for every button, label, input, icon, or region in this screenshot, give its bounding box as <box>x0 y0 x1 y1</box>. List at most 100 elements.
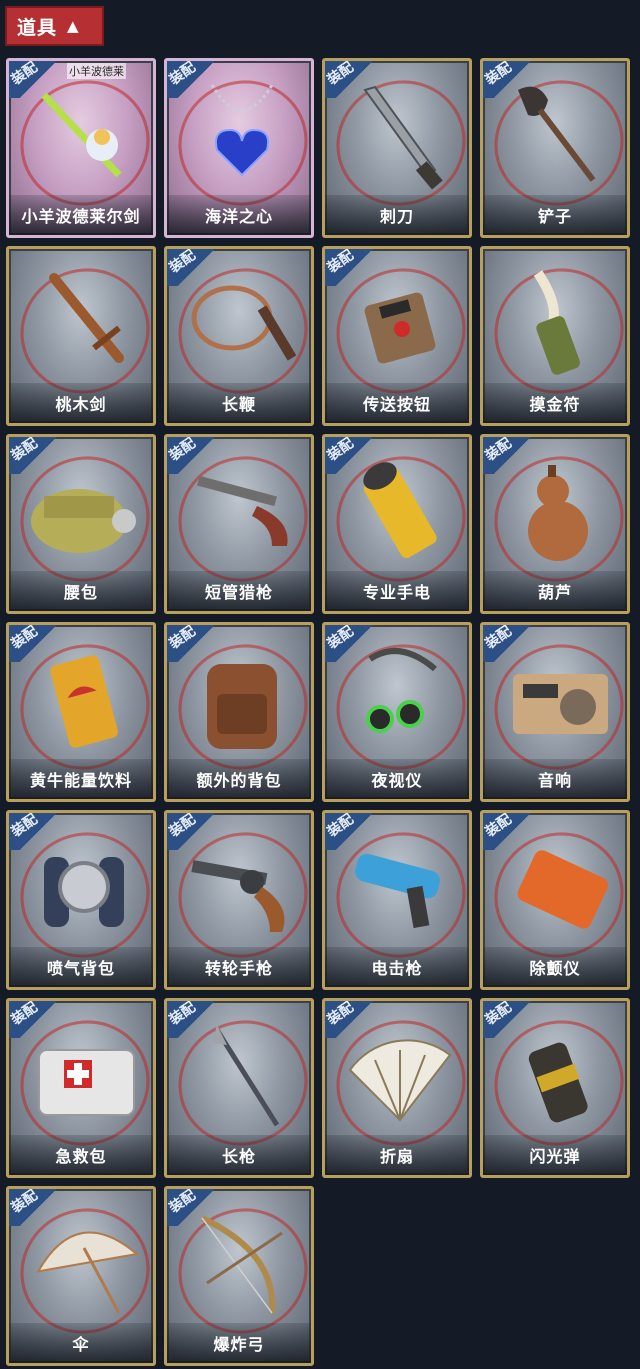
equipped-badge-label: 装配 <box>8 59 41 89</box>
item-card[interactable]: 装配 额外的背包 <box>164 622 314 802</box>
equipped-badge-label: 装配 <box>166 435 199 465</box>
item-card[interactable]: 装配 短管猎枪 <box>164 434 314 614</box>
equipped-badge-label: 装配 <box>324 999 357 1029</box>
equipped-badge: 装配 <box>482 59 538 98</box>
chevron-up-icon: ▲ <box>67 17 80 35</box>
item-card[interactable]: 装配 刺刀 <box>322 58 472 238</box>
item-name: 长枪 <box>167 1135 311 1175</box>
item-card[interactable]: 装配 海洋之心 <box>164 58 314 238</box>
item-name: 短管猎枪 <box>167 571 311 611</box>
equipped-badge: 装配 <box>324 999 380 1038</box>
item-name: 闪光弹 <box>483 1135 627 1175</box>
item-card[interactable]: 装配 夜视仪 <box>322 622 472 802</box>
item-name: 折扇 <box>325 1135 469 1175</box>
equipped-badge: 装配 <box>324 811 380 850</box>
wooden-sword-icon <box>24 263 144 381</box>
item-name: 爆炸弓 <box>167 1323 311 1363</box>
equipped-badge: 装配 <box>166 999 222 1038</box>
equipped-badge: 装配 <box>8 1187 64 1226</box>
item-name: 电击枪 <box>325 947 469 987</box>
item-name: 刺刀 <box>325 195 469 235</box>
item-card[interactable]: 装配 腰包 <box>6 434 156 614</box>
equipped-badge-label: 装配 <box>8 623 41 653</box>
item-card[interactable]: 装配 喷气背包 <box>6 810 156 990</box>
item-card[interactable]: 装配伞 <box>6 1186 156 1366</box>
item-name: 专业手电 <box>325 571 469 611</box>
equipped-badge-label: 装配 <box>482 811 515 841</box>
equipped-badge-label: 装配 <box>482 59 515 89</box>
item-name: 夜视仪 <box>325 759 469 799</box>
equipped-badge-label: 装配 <box>482 623 515 653</box>
equipped-badge-label: 装配 <box>8 435 41 465</box>
item-name: 海洋之心 <box>167 195 311 235</box>
equipped-badge: 装配 <box>482 811 538 850</box>
item-name: 长鞭 <box>167 383 311 423</box>
equipped-badge-label: 装配 <box>8 811 41 841</box>
item-name: 伞 <box>9 1323 153 1363</box>
item-card[interactable]: 装配 电击枪 <box>322 810 472 990</box>
item-card[interactable]: 装配 长鞭 <box>164 246 314 426</box>
equipped-badge-label: 装配 <box>166 623 199 653</box>
item-name: 除颤仪 <box>483 947 627 987</box>
equipped-badge: 装配 <box>324 623 380 662</box>
equipped-badge: 装配 <box>482 623 538 662</box>
equipped-badge: 装配 <box>8 435 64 474</box>
equipped-badge-label: 装配 <box>166 59 199 89</box>
equipped-badge-label: 装配 <box>482 435 515 465</box>
equipped-badge: 装配 <box>324 435 380 474</box>
equipped-badge-label: 装配 <box>8 1187 41 1217</box>
equipped-badge-label: 装配 <box>482 999 515 1029</box>
item-name: 腰包 <box>9 571 153 611</box>
item-card[interactable]: 桃木剑 <box>6 246 156 426</box>
equipped-badge-label: 装配 <box>166 1187 199 1217</box>
equipped-badge: 装配 <box>166 623 222 662</box>
equipped-badge: 装配 <box>166 247 222 286</box>
item-card[interactable]: 装配 传送按钮 <box>322 246 472 426</box>
equipped-badge-label: 装配 <box>324 623 357 653</box>
equipped-badge-label: 装配 <box>324 247 357 277</box>
item-card[interactable]: 装配 专业手电 <box>322 434 472 614</box>
equipped-badge: 装配 <box>482 999 538 1038</box>
item-card[interactable]: 装配 闪光弹 <box>480 998 630 1178</box>
equipped-badge-label: 装配 <box>166 999 199 1029</box>
item-name: 喷气背包 <box>9 947 153 987</box>
item-card[interactable]: 装配 黄牛能量饮料 <box>6 622 156 802</box>
items-category-toggle[interactable]: 道具 ▲ <box>5 6 104 46</box>
item-name: 桃木剑 <box>9 383 153 423</box>
item-card[interactable]: 装配 折扇 <box>322 998 472 1178</box>
equipped-badge-label: 装配 <box>324 435 357 465</box>
item-card[interactable]: 装配 长枪 <box>164 998 314 1178</box>
equipped-badge: 装配 <box>166 1187 222 1226</box>
talisman-icon <box>498 263 618 381</box>
item-card[interactable]: 小羊波德莱 装配 小羊波德莱尔剑 <box>6 58 156 238</box>
item-name: 摸金符 <box>483 383 627 423</box>
equipped-badge: 装配 <box>482 435 538 474</box>
equipped-badge: 装配 <box>8 999 64 1038</box>
equipped-badge: 装配 <box>166 59 222 98</box>
equipped-badge-label: 装配 <box>324 59 357 89</box>
equipped-badge-label: 装配 <box>324 811 357 841</box>
item-card[interactable]: 装配 铲子 <box>480 58 630 238</box>
item-card[interactable]: 摸金符 <box>480 246 630 426</box>
equipped-badge-label: 装配 <box>8 999 41 1029</box>
category-title: 道具 <box>17 16 58 39</box>
equipped-badge: 装配 <box>324 59 380 98</box>
item-card[interactable]: 装配 爆炸弓 <box>164 1186 314 1366</box>
item-name: 铲子 <box>483 195 627 235</box>
item-card[interactable]: 装配 转轮手枪 <box>164 810 314 990</box>
item-name: 转轮手枪 <box>167 947 311 987</box>
equipped-badge: 装配 <box>324 247 380 286</box>
equipped-badge: 装配 <box>8 811 64 850</box>
item-name: 音响 <box>483 759 627 799</box>
item-card[interactable]: 装配 除颤仪 <box>480 810 630 990</box>
equipped-badge-label: 装配 <box>166 247 199 277</box>
item-card[interactable]: 装配 音响 <box>480 622 630 802</box>
equipped-badge: 装配 <box>8 59 64 98</box>
item-card[interactable]: 装配 葫芦 <box>480 434 630 614</box>
item-name: 额外的背包 <box>167 759 311 799</box>
owner-tag: 小羊波德莱 <box>67 63 126 79</box>
equipped-badge: 装配 <box>8 623 64 662</box>
item-name: 黄牛能量饮料 <box>9 759 153 799</box>
item-card[interactable]: 装配 急救包 <box>6 998 156 1178</box>
equipped-badge: 装配 <box>166 435 222 474</box>
